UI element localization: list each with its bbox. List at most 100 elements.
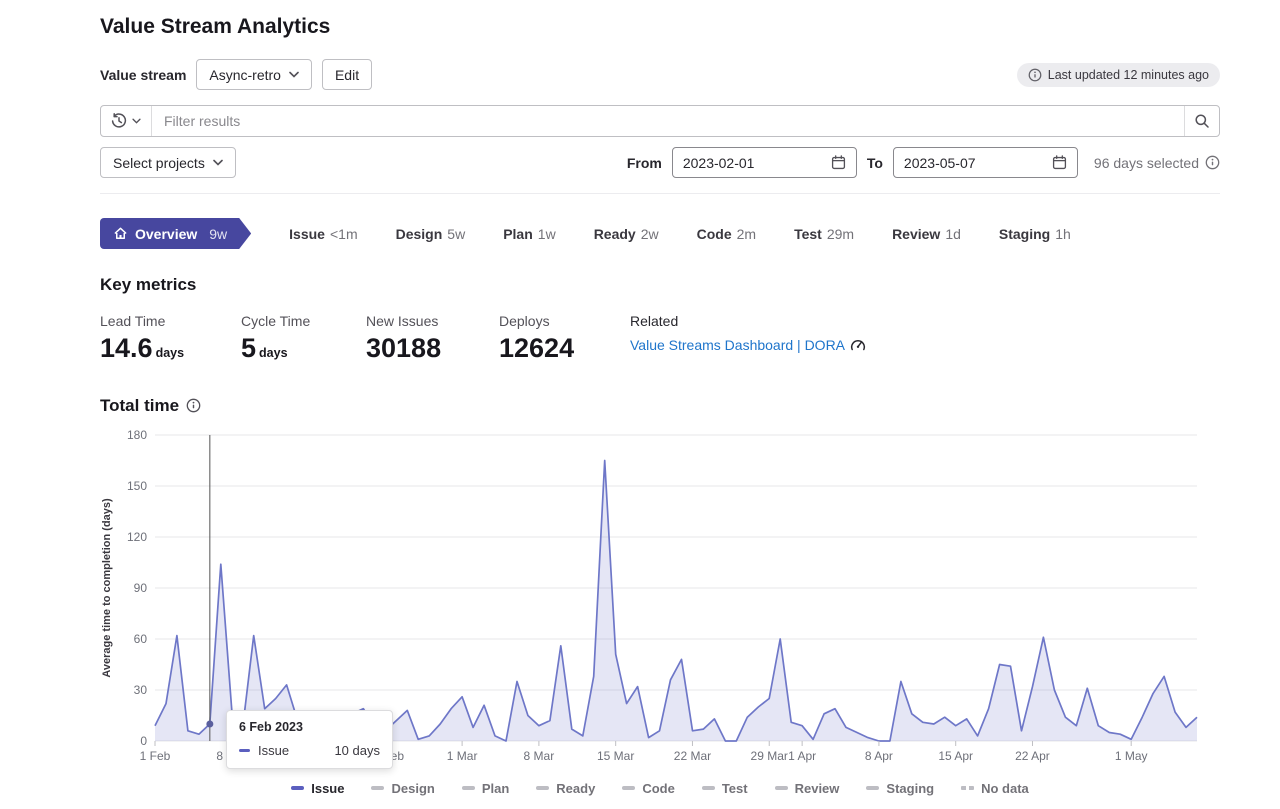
legend-label: Design (391, 781, 434, 796)
metric-value: 14.6days (100, 334, 241, 364)
value-stream-toolbar: Value stream Async-retro Edit Last updat… (100, 59, 1220, 90)
related-dashboard-link[interactable]: Value Streams Dashboard | DORA (630, 337, 866, 353)
y-tick-label: 30 (134, 683, 148, 697)
legend-item-ready[interactable]: Ready (536, 781, 595, 796)
value-stream-label: Value stream (100, 67, 186, 83)
from-date-input[interactable]: 2023-02-01 (672, 147, 857, 178)
legend-item-no-data[interactable]: No data (961, 781, 1029, 796)
chart-tooltip: 6 Feb 2023 Issue 10 days (226, 710, 393, 769)
x-tick-label: 1 Feb (140, 749, 171, 763)
home-icon (113, 226, 128, 241)
tab-label: Code (697, 226, 732, 242)
legend-marker (961, 786, 974, 790)
tab-duration: 2m (737, 226, 756, 242)
select-projects-dropdown[interactable]: Select projects (100, 147, 236, 178)
legend-label: Ready (556, 781, 595, 796)
recent-searches-dropdown[interactable] (101, 106, 152, 136)
last-updated-badge: Last updated 12 minutes ago (1017, 63, 1220, 87)
related-block: Related Value Streams Dashboard | DORA (630, 313, 1220, 364)
legend-marker (371, 786, 384, 790)
metric-new-issues: New Issues 30188 (366, 313, 499, 364)
metric-value: 30188 (366, 334, 499, 364)
y-tick-label: 60 (134, 632, 148, 646)
tab-label: Issue (289, 226, 325, 242)
edit-button[interactable]: Edit (322, 59, 372, 90)
tab-test[interactable]: Test29m (794, 226, 854, 242)
tab-label: Plan (503, 226, 533, 242)
tab-duration: 5w (447, 226, 465, 242)
metric-cycle-time: Cycle Time5days (241, 313, 366, 364)
info-icon[interactable] (1205, 155, 1220, 170)
tab-label: Ready (594, 226, 636, 242)
stage-tabs: Overview 9w Issue <1m Design5w Plan 1w Ready 2w C… (100, 218, 1220, 249)
x-tick-label: 22 Mar (674, 749, 711, 763)
legend-item-staging[interactable]: Staging (866, 781, 934, 796)
tab-code[interactable]: Code 2m (697, 226, 756, 242)
y-tick-label: 90 (134, 581, 148, 595)
filter-results-input[interactable] (152, 106, 1184, 136)
metric-label: Deploys (499, 313, 630, 329)
tab-duration: 1w (538, 226, 556, 242)
tab-staging[interactable]: Staging1h (999, 226, 1071, 242)
y-tick-label: 150 (127, 479, 147, 493)
tab-label: Test (794, 226, 822, 242)
value-stream-selected: Async-retro (209, 67, 281, 83)
search-icon (1194, 113, 1210, 129)
total-time-chart[interactable]: 0306090120150180Average time to completi… (100, 424, 1216, 769)
legend-item-issue[interactable]: Issue (291, 781, 344, 796)
search-button[interactable] (1184, 106, 1219, 136)
metric-lead-time: Lead Time 14.6days (100, 313, 241, 364)
legend-label: Test (722, 781, 748, 796)
legend-item-test[interactable]: Test (702, 781, 748, 796)
x-tick-label: 8 Apr (865, 749, 893, 763)
tab-label: Review (892, 226, 940, 242)
to-date-input[interactable]: 2023-05-07 (893, 147, 1078, 178)
metric-label: Lead Time (100, 313, 241, 329)
tab-duration: 2w (641, 226, 659, 242)
chevron-down-icon (213, 159, 223, 166)
date-filter-row: Select projects From 2023-02-01 To 2023-… (100, 147, 1220, 194)
legend-label: Code (642, 781, 675, 796)
legend-label: Review (795, 781, 840, 796)
metric-label: New Issues (366, 313, 499, 329)
tab-overview[interactable]: Overview 9w (100, 218, 251, 249)
legend-item-code[interactable]: Code (622, 781, 675, 796)
tab-duration: 9w (209, 226, 227, 242)
last-updated-text: Last updated 12 minutes ago (1048, 68, 1209, 82)
y-tick-label: 180 (127, 428, 147, 442)
tab-ready[interactable]: Ready 2w (594, 226, 659, 242)
tab-design[interactable]: Design5w (396, 226, 466, 242)
info-icon[interactable] (186, 398, 201, 413)
x-tick-label: 1 May (1115, 749, 1148, 763)
legend-marker (536, 786, 549, 790)
metric-value: 12624 (499, 334, 630, 364)
x-tick-label: 1 Mar (447, 749, 478, 763)
related-label: Related (630, 313, 1220, 329)
legend-item-design[interactable]: Design (371, 781, 434, 796)
tab-plan[interactable]: Plan 1w (503, 226, 555, 242)
x-tick-label: 8 Mar (524, 749, 555, 763)
y-tick-label: 120 (127, 530, 147, 544)
x-tick-label: 15 Apr (938, 749, 973, 763)
legend-marker (775, 786, 788, 790)
issue-series-area (155, 460, 1197, 741)
legend-label: Plan (482, 781, 509, 796)
tab-review[interactable]: Review1d (892, 226, 961, 242)
dashboard-gauge-icon (850, 338, 866, 352)
y-axis-title: Average time to completion (days) (101, 498, 113, 678)
tab-label: Overview (135, 226, 197, 242)
tab-issue[interactable]: Issue <1m (289, 226, 357, 242)
value-stream-dropdown[interactable]: Async-retro (196, 59, 312, 90)
total-time-heading: Total time (100, 396, 1220, 416)
x-tick-label: 29 Mar (751, 749, 788, 763)
history-icon (111, 113, 127, 129)
tab-duration: <1m (330, 226, 358, 242)
legend-item-review[interactable]: Review (775, 781, 840, 796)
tab-duration: 1h (1055, 226, 1071, 242)
tab-label: Design (396, 226, 443, 242)
tooltip-value: 10 days (308, 743, 380, 758)
tooltip-series-marker (239, 749, 250, 752)
legend-item-plan[interactable]: Plan (462, 781, 509, 796)
legend-marker (866, 786, 879, 790)
tooltip-date: 6 Feb 2023 (239, 720, 380, 734)
